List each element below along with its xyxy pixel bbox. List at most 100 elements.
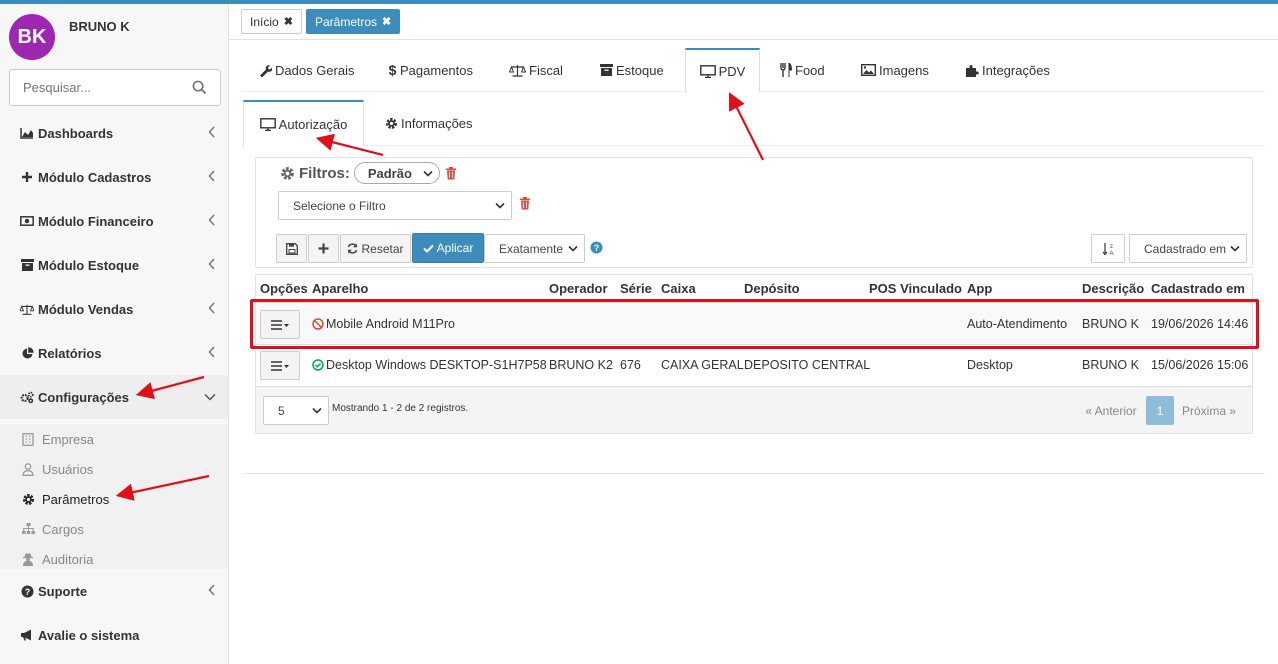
sidebar-item-cadastros[interactable]: Módulo Cadastros [0, 155, 228, 199]
column-header[interactable]: Aparelho [312, 276, 368, 300]
refresh-icon [348, 243, 358, 254]
prev-page-button[interactable]: « Anterior [1078, 396, 1144, 425]
check-icon [422, 244, 434, 253]
sort-alpha-icon: zA [1101, 242, 1113, 256]
tab-chip-label: Início [250, 14, 279, 29]
help-icon[interactable]: ? [590, 241, 603, 254]
tab-fiscal[interactable]: Fiscal [509, 48, 563, 92]
tab-label: PDV [718, 64, 746, 79]
dollar-icon: $ [389, 63, 397, 77]
page-1-button[interactable]: 1 [1146, 396, 1174, 425]
chevron-down-icon [423, 170, 433, 177]
chevron-left-icon [208, 302, 215, 314]
floppy-icon [285, 242, 298, 255]
tab-label: Estoque [616, 62, 664, 78]
add-filter-button[interactable] [308, 234, 339, 263]
subtab-autorizacao[interactable]: Autorização [243, 100, 364, 147]
column-header[interactable]: Descrição [1082, 276, 1144, 300]
sidebar: BK BRUNO K Dashboards Módulo Cadastros M… [0, 4, 229, 664]
match-mode-select[interactable]: Exatamente [484, 234, 585, 263]
sitemap-icon [22, 522, 35, 536]
close-icon[interactable]: ✖ [284, 15, 293, 28]
sidebar-item-relatorios[interactable]: Relatórios [0, 331, 228, 375]
chevron-left-icon [208, 170, 215, 182]
svg-text:?: ? [594, 243, 600, 253]
sidebar-item-estoque[interactable]: Módulo Estoque [0, 243, 228, 287]
column-header[interactable]: POS Vinculado [869, 276, 962, 300]
apply-button[interactable]: Aplicar [412, 233, 484, 263]
trash-icon[interactable] [445, 166, 457, 180]
sort-direction-button[interactable]: zA [1091, 234, 1125, 263]
column-header[interactable]: Cadastrado em [1151, 276, 1245, 300]
close-icon[interactable]: ✖ [382, 15, 391, 28]
plus-icon [20, 170, 34, 184]
submenu-item-empresa[interactable]: Empresa [22, 424, 94, 454]
cell-app: Desktop [967, 357, 1013, 372]
tab-pagamentos[interactable]: $ Pagamentos [388, 48, 473, 92]
sidebar-item-suporte[interactable]: ? Suporte [0, 569, 228, 613]
chevron-left-icon [208, 584, 215, 596]
sidebar-item-vendas[interactable]: Módulo Vendas [0, 287, 228, 331]
filter-select[interactable]: Selecione o Filtro [278, 191, 512, 220]
cutlery-icon [780, 63, 792, 77]
gear-icon [22, 493, 35, 506]
sub-tabs: Autorização Informações [243, 100, 1265, 147]
avatar[interactable]: BK [9, 14, 55, 60]
row-options-button[interactable] [260, 351, 300, 380]
submenu-item-parametros[interactable]: Parâmetros [22, 484, 109, 514]
image-icon [861, 64, 876, 76]
gear-icon [281, 166, 294, 180]
sidebar-item-avalie[interactable]: Avalie o sistema [0, 613, 228, 657]
submenu-item-usuarios[interactable]: Usuários [22, 454, 93, 484]
tab-imagens[interactable]: Imagens [861, 48, 929, 92]
sidebar-item-dashboards[interactable]: Dashboards [0, 111, 228, 155]
submenu-label: Auditoria [42, 551, 94, 567]
subtab-informacoes[interactable]: Informações [385, 100, 473, 146]
tab-food[interactable]: Food [780, 48, 825, 92]
filter-preset-select[interactable]: Padrão [353, 162, 440, 184]
trash-icon[interactable] [519, 197, 531, 210]
column-header[interactable]: Caixa [661, 276, 696, 300]
tab-chip-parametros[interactable]: Parâmetros ✖ [306, 9, 401, 34]
save-filter-button[interactable] [276, 234, 307, 263]
user-secret-icon [22, 553, 35, 566]
sort-field-select[interactable]: Cadastrado em [1129, 234, 1247, 263]
search-icon[interactable] [192, 80, 207, 95]
tab-integracoes[interactable]: Integrações [965, 48, 1050, 92]
main-tabs: Dados Gerais $ Pagamentos Fiscal Estoque… [243, 48, 1265, 93]
svg-text:z: z [1110, 244, 1113, 250]
search-box [9, 69, 221, 106]
sidebar-item-financeiro[interactable]: Módulo Financeiro [0, 199, 228, 243]
cell-deposito: DEPOSITO CENTRAL [744, 357, 871, 372]
column-header[interactable]: Operador [549, 276, 608, 300]
search-input[interactable] [10, 70, 180, 105]
filter-legend: Filtros: Padrão [276, 161, 461, 185]
tab-label: Imagens [879, 62, 929, 78]
tab-label: Pagamentos [400, 62, 473, 78]
open-tabs-bar: Início ✖ Parâmetros ✖ [229, 4, 1278, 40]
column-header[interactable]: Depósito [744, 276, 800, 300]
tab-pdv[interactable]: PDV [685, 48, 760, 93]
column-header[interactable]: Opções [260, 276, 308, 300]
tab-label: Integrações [982, 62, 1050, 78]
balance-scale-icon [509, 64, 526, 77]
next-page-button[interactable]: Próxima » [1176, 396, 1242, 425]
tab-chip-inicio[interactable]: Início ✖ [241, 9, 302, 34]
match-mode-value: Exatamente [499, 241, 564, 256]
svg-text:?: ? [24, 587, 30, 597]
submenu-item-cargos[interactable]: Cargos [22, 514, 84, 544]
reset-button[interactable]: Resetar [340, 234, 411, 263]
tab-estoque[interactable]: Estoque [600, 48, 664, 92]
tab-dados-gerais[interactable]: Dados Gerais [259, 48, 354, 92]
filter-title: Filtros: [299, 164, 350, 182]
page-size-select[interactable]: 5 [263, 396, 329, 425]
cogs-icon [20, 390, 34, 404]
chevron-down-icon [1230, 245, 1240, 252]
column-header[interactable]: App [967, 276, 992, 300]
cell-text: Desktop Windows DESKTOP-S1H7P58 [326, 357, 547, 372]
submenu-label: Parâmetros [42, 491, 110, 507]
building-icon [22, 432, 35, 446]
column-header[interactable]: Série [620, 276, 652, 300]
sidebar-item-configuracoes[interactable]: Configurações [0, 375, 228, 419]
tab-chip-label: Parâmetros [315, 14, 378, 29]
